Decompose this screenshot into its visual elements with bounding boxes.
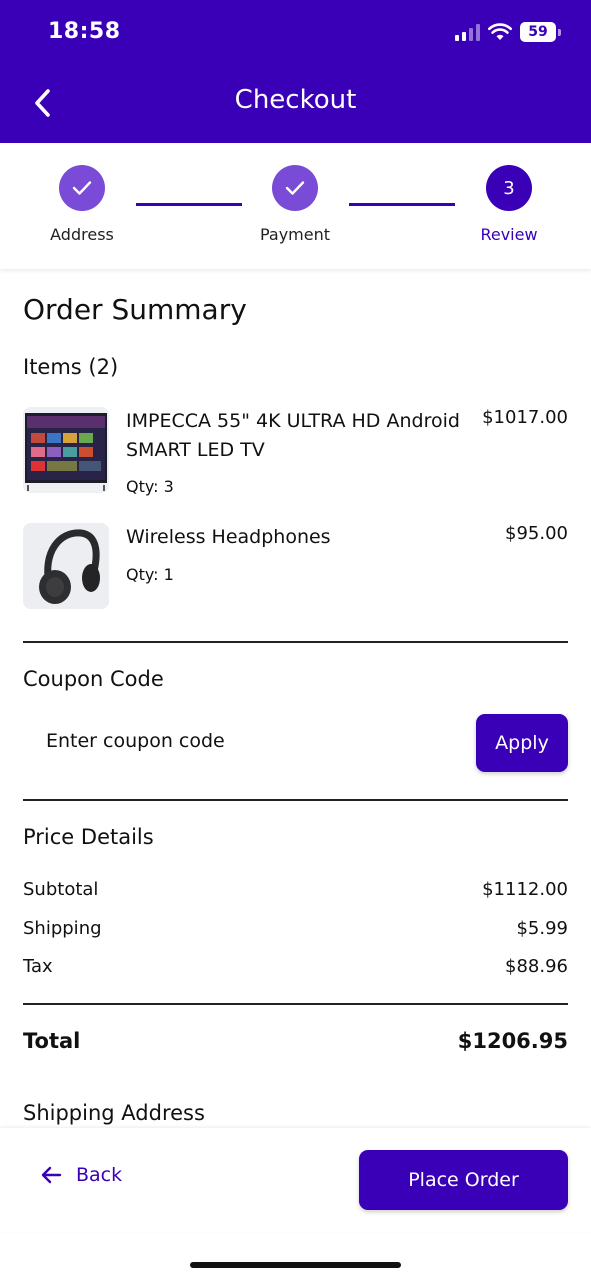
tax-label: Tax <box>23 956 53 977</box>
step-label: Address <box>50 225 114 244</box>
step-review: 3 Review <box>454 165 564 244</box>
place-order-button[interactable]: Place Order <box>359 1150 568 1210</box>
coupon-code-input[interactable]: Enter coupon code <box>46 730 225 752</box>
back-button[interactable]: Back <box>40 1164 122 1186</box>
item-name: Wireless Headphones <box>126 526 331 548</box>
coupon-heading: Coupon Code <box>23 667 164 691</box>
check-icon <box>59 165 105 211</box>
app-header: 18:58 59 Checkout <box>0 0 591 143</box>
item-qty: Qty: 3 <box>126 477 174 496</box>
step-payment: Payment <box>240 165 350 244</box>
step-connector <box>136 203 242 206</box>
step-connector <box>349 203 455 206</box>
shipping-value: $5.99 <box>516 918 568 939</box>
step-label: Review <box>480 225 538 244</box>
cellular-signal-icon <box>455 23 480 41</box>
back-button-label: Back <box>76 1164 123 1186</box>
step-address: Address <box>27 165 137 244</box>
total-value: $1206.95 <box>457 1029 568 1053</box>
shipping-label: Shipping <box>23 918 102 939</box>
checkout-stepper: Address Payment 3 Review <box>0 143 591 269</box>
home-indicator <box>190 1262 401 1268</box>
page-title: Checkout <box>234 85 357 115</box>
divider <box>23 1003 568 1005</box>
tv-thumbnail <box>23 407 109 493</box>
check-icon <box>272 165 318 211</box>
wifi-icon <box>488 23 512 40</box>
item-price: $95.00 <box>505 523 568 544</box>
price-details-heading: Price Details <box>23 825 154 849</box>
item-qty: Qty: 1 <box>126 565 174 584</box>
divider <box>23 641 568 643</box>
order-summary-title: Order Summary <box>23 293 247 326</box>
status-time: 18:58 <box>48 19 121 44</box>
divider <box>23 799 568 801</box>
battery-tip <box>558 28 561 36</box>
tax-value: $88.96 <box>505 956 568 977</box>
items-heading: Items (2) <box>23 355 119 379</box>
subtotal-value: $1112.00 <box>482 879 568 900</box>
headphones-thumbnail <box>23 523 109 609</box>
battery-icon: 59 <box>520 22 556 42</box>
shipping-address-heading: Shipping Address <box>23 1101 205 1125</box>
item-name: IMPECCA 55" 4K ULTRA HD Android SMART LE… <box>126 410 460 461</box>
arrow-left-icon <box>41 1166 62 1184</box>
bottom-action-bar: Back Place Order <box>0 1128 591 1232</box>
step-label: Payment <box>259 225 331 244</box>
apply-coupon-button[interactable]: Apply <box>476 714 568 772</box>
step-number: 3 <box>486 165 532 211</box>
total-label: Total <box>23 1029 81 1053</box>
status-icons: 59 <box>455 20 561 44</box>
item-price: $1017.00 <box>482 407 568 428</box>
subtotal-label: Subtotal <box>23 879 99 900</box>
